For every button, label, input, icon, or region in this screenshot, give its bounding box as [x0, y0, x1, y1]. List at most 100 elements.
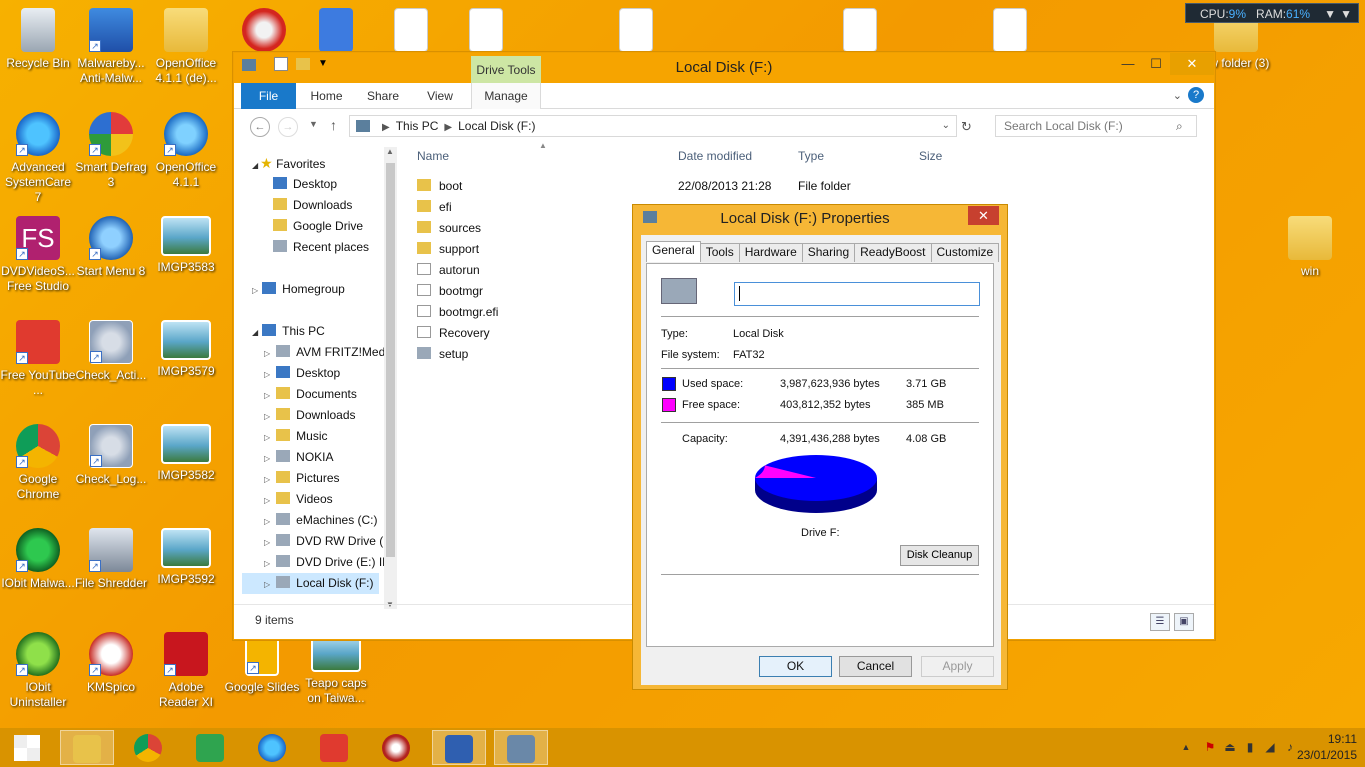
breadcrumb-this-pc[interactable]: This PC	[396, 119, 439, 133]
nav-item-drive-f[interactable]: ▷ Local Disk (F:)	[242, 573, 379, 594]
breadcrumb-local-disk[interactable]: Local Disk (F:)	[458, 119, 535, 133]
usb-eject-icon[interactable]: ⏏	[1223, 740, 1237, 754]
file-row-boot[interactable]: boot	[417, 176, 462, 197]
nav-scrollbar[interactable]: ▲ ▼	[384, 147, 397, 609]
taskbar-systemcare[interactable]	[246, 730, 300, 765]
desktop-icon-win[interactable]: win	[1272, 216, 1348, 279]
tab-share[interactable]: Share	[362, 83, 404, 109]
dropdown-arrow-icon[interactable]: ▼	[1340, 4, 1352, 24]
desktop-icon-smart-defrag[interactable]: ↗ Smart Defrag 3	[73, 112, 149, 190]
desktop-icon-text-file-4[interactable]	[822, 8, 898, 56]
nav-item-desktop[interactable]: Desktop	[273, 174, 337, 195]
disk-cleanup-button[interactable]: Disk Cleanup	[900, 545, 979, 566]
column-header-type[interactable]: Type	[798, 149, 824, 171]
nav-item-pictures[interactable]: ▷ Pictures	[264, 468, 340, 489]
search-input[interactable]: Search Local Disk (F:)	[995, 115, 1197, 137]
search-icon[interactable]: ⌕	[1176, 119, 1183, 134]
minimize-button[interactable]: —	[1114, 53, 1142, 75]
clock[interactable]: 19:11 23/01/2015	[1297, 731, 1357, 763]
apply-button[interactable]: Apply	[921, 656, 994, 677]
tab-tools[interactable]: Tools	[699, 243, 740, 262]
desktop-icon-check-log[interactable]: ↗ Check_Log...	[73, 424, 149, 487]
help-icon[interactable]: ?	[1188, 87, 1204, 103]
file-row-support[interactable]: support	[417, 239, 479, 260]
file-row-sources[interactable]: sources	[417, 218, 481, 239]
nav-homegroup[interactable]: ▷ Homegroup	[252, 279, 345, 300]
nav-item-music[interactable]: ▷ Music	[264, 426, 328, 447]
recent-locations-icon[interactable]: ▼	[309, 119, 318, 129]
cancel-button[interactable]: Cancel	[839, 656, 912, 677]
desktop-icon-text-file-3[interactable]	[598, 8, 674, 56]
taskbar-burn-tool[interactable]	[370, 730, 424, 765]
maximize-button[interactable]: ☐	[1142, 53, 1170, 75]
desktop-icon-file-shredder[interactable]: ↗ File Shredder	[73, 528, 149, 591]
nav-item-recent-places[interactable]: Recent places	[273, 237, 369, 258]
chevron-down-icon[interactable]: ⌄	[942, 116, 950, 136]
desktop-icon-teapo-caps[interactable]: Teapo caps on Taiwa...	[298, 632, 374, 706]
file-row-efi[interactable]: efi	[417, 197, 452, 218]
tab-home[interactable]: Home	[304, 83, 349, 109]
taskbar-mp3-converter[interactable]	[308, 730, 362, 765]
nav-item-drive-c[interactable]: ▷ eMachines (C:)	[264, 510, 378, 531]
back-button[interactable]: ←	[250, 117, 270, 137]
nav-item-pc-desktop[interactable]: ▷ Desktop	[264, 363, 340, 384]
desktop-icon-ccleaner[interactable]	[226, 8, 302, 56]
taskbar-file-explorer[interactable]	[60, 730, 114, 765]
desktop-icon-openoffice-de[interactable]: OpenOffice 4.1.1 (de)...	[148, 8, 224, 86]
column-header-name[interactable]: Name	[417, 149, 449, 171]
action-center-icon[interactable]: ⚑	[1203, 740, 1217, 754]
desktop-icon-text-file-2[interactable]	[448, 8, 524, 56]
close-button[interactable]: ✕	[1170, 53, 1214, 75]
tab-customize[interactable]: Customize	[930, 243, 1000, 262]
tab-readyboost[interactable]: ReadyBoost	[854, 243, 932, 262]
desktop-icon-malwarebytes[interactable]: ↗ Malwareby... Anti-Malw...	[73, 8, 149, 86]
taskbar-disk-properties[interactable]	[494, 730, 548, 765]
nav-item-nokia[interactable]: ▷ NOKIA	[264, 447, 334, 468]
desktop-icon-google-slides[interactable]: ↗ Google Slides	[224, 632, 300, 695]
desktop-icon-google-chrome[interactable]: ↗ Google Chrome	[0, 424, 76, 502]
tab-file[interactable]: File	[241, 83, 296, 109]
tab-manage[interactable]: Manage	[471, 83, 541, 109]
title-bar[interactable]: ▼ Drive Tools Local Disk (F:) — ☐ ✕	[234, 53, 1214, 84]
file-row-autorun[interactable]: autorun	[417, 260, 480, 281]
desktop-icon-imgp3582[interactable]: IMGP3582	[148, 424, 224, 483]
start-button[interactable]	[0, 730, 54, 765]
refresh-icon[interactable]: ↻	[961, 119, 972, 135]
volume-icon[interactable]: ♪	[1283, 740, 1297, 754]
taskbar-chrome[interactable]	[122, 730, 176, 765]
column-header-date-modified[interactable]: Date modified	[678, 149, 752, 171]
nav-this-pc[interactable]: ◢ This PC	[252, 321, 325, 342]
show-hidden-icons-icon[interactable]: ▲	[1179, 740, 1193, 754]
nav-item-pc-downloads[interactable]: ▷ Downloads	[264, 405, 356, 426]
desktop-icon-check-activation[interactable]: ↗ Check_Acti...	[73, 320, 149, 383]
desktop-icon-openoffice[interactable]: ↗ OpenOffice 4.1.1	[148, 112, 224, 190]
ok-button[interactable]: OK	[759, 656, 832, 677]
forward-button[interactable]: →	[278, 117, 298, 137]
desktop-icon-recycle-bin[interactable]: Recycle Bin	[0, 8, 76, 71]
address-bar[interactable]: ▶ This PC ▶ Local Disk (F:) ⌄	[349, 115, 957, 137]
dropdown-arrow-icon[interactable]: ▼	[1324, 4, 1336, 24]
desktop-icon-start-menu-8[interactable]: ↗ Start Menu 8	[73, 216, 149, 279]
nav-item-google-drive[interactable]: Google Drive	[273, 216, 363, 237]
scroll-up-icon[interactable]: ▲	[386, 147, 394, 156]
desktop-icon-advanced-systemcare[interactable]: ↗ Advanced SystemCare 7	[0, 112, 76, 205]
desktop-icon-adobe-reader[interactable]: ↗ Adobe Reader XI	[148, 632, 224, 710]
desktop-icon-text-file-5[interactable]	[972, 8, 1048, 56]
file-row-setup[interactable]: setup	[417, 344, 468, 365]
nav-item-avm[interactable]: ▷ AVM FRITZ!Medi	[264, 342, 388, 363]
nav-favorites[interactable]: ◢ ★ Favorites	[252, 153, 325, 174]
desktop-icon-google-docs[interactable]	[298, 8, 374, 56]
desktop-icon-text-file-1[interactable]	[373, 8, 449, 56]
desktop-icon-dvdvideosoft[interactable]: FS ↗ DVDVideoS... Free Studio	[0, 216, 76, 294]
up-arrow-icon[interactable]: ↑	[330, 117, 337, 133]
tab-general[interactable]: General	[646, 241, 701, 262]
dialog-title-bar[interactable]: Local Disk (F:) Properties ✕	[633, 205, 1007, 233]
scrollbar-thumb[interactable]	[386, 163, 395, 557]
close-button[interactable]: ✕	[968, 206, 999, 225]
nav-item-downloads[interactable]: Downloads	[273, 195, 352, 216]
details-view-icon[interactable]: ☰	[1150, 613, 1170, 631]
desktop-icon-iobit-malware[interactable]: ↗ IObit Malwa...	[0, 528, 76, 591]
system-monitor-gadget[interactable]: CPU:9% RAM:61% ▼ ▼	[1185, 3, 1359, 23]
desktop-icon-kmspico[interactable]: ↗ KMSpico	[73, 632, 149, 695]
file-row-bootmgr-efi[interactable]: bootmgr.efi	[417, 302, 498, 323]
